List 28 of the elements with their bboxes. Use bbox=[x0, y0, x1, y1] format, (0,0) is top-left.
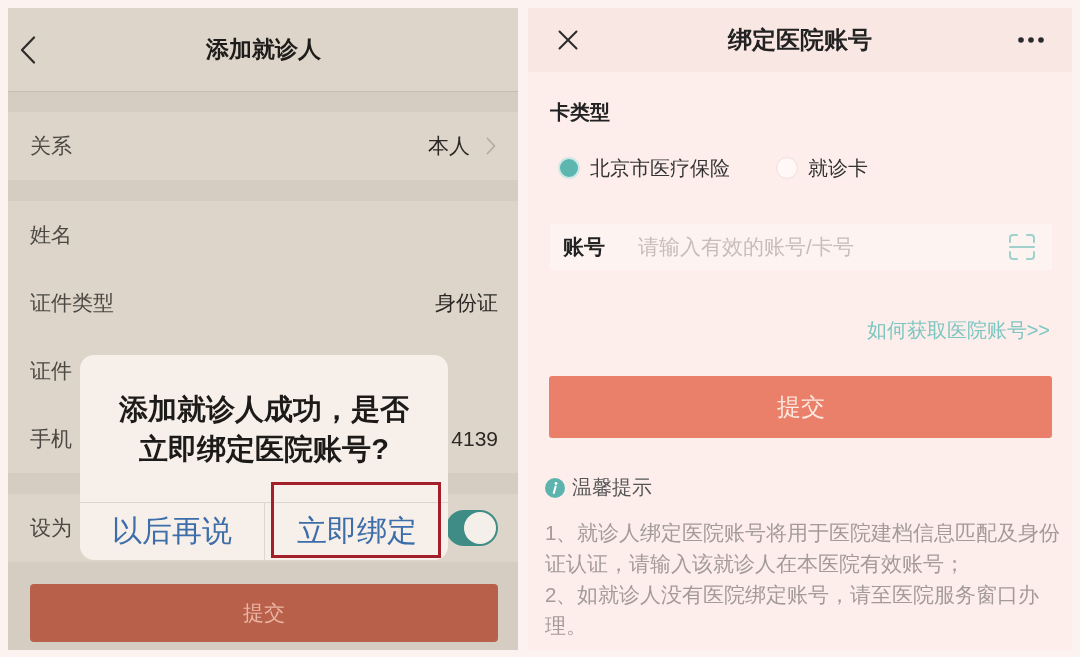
radio-option[interactable]: 北京市医疗保险 bbox=[558, 154, 730, 182]
dialog-button[interactable]: 立即绑定 bbox=[264, 503, 448, 560]
field-value: 本人 bbox=[428, 133, 470, 159]
tips-title: 温馨提示 bbox=[572, 475, 652, 500]
more-icon[interactable] bbox=[1018, 37, 1044, 43]
field-value: 4139 bbox=[451, 427, 498, 451]
field-label: 关系 bbox=[30, 133, 72, 159]
dialog-message: 添加就诊人成功，是否立即绑定医院账号? bbox=[118, 391, 410, 467]
submit-button[interactable]: 提交 bbox=[30, 584, 498, 642]
field-label: 证件 bbox=[30, 358, 72, 384]
info-icon bbox=[545, 477, 565, 498]
chevron-right-icon bbox=[486, 137, 496, 155]
screen-title: 添加就诊人 bbox=[205, 35, 321, 64]
radio-option[interactable]: 就诊卡 bbox=[776, 154, 868, 182]
field-label: 设为 bbox=[30, 515, 72, 541]
back-icon[interactable] bbox=[20, 35, 36, 64]
tip-text: 1、就诊人绑定医院账号将用于医院建档信息匹配及身份证认证，请输入该就诊人在本医院有效账号； bbox=[545, 520, 1062, 577]
field-value: 身份证 bbox=[435, 290, 498, 316]
tip-text: 2、如就诊人没有医院绑定账号，请至医院服务窗口办理。 bbox=[545, 582, 1041, 639]
field-label: 手机 bbox=[30, 426, 72, 452]
section-label: 卡类型 bbox=[550, 100, 610, 124]
close-icon[interactable] bbox=[558, 30, 578, 50]
dialog-button[interactable]: 以后再说 bbox=[80, 503, 264, 560]
field-label: 姓名 bbox=[30, 222, 72, 248]
field-label: 账号 bbox=[563, 234, 605, 260]
field-label: 证件类型 bbox=[30, 290, 114, 316]
screen-title: 绑定医院账号 bbox=[728, 25, 872, 55]
toggle-switch[interactable] bbox=[446, 510, 498, 546]
